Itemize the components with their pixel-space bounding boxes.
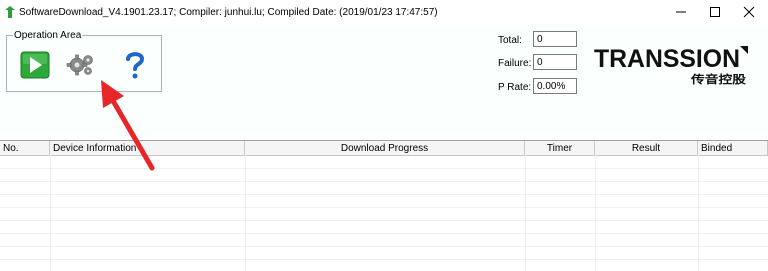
close-icon xyxy=(743,6,755,18)
column-header-timer[interactable]: Timer xyxy=(525,141,595,155)
logo-text: TRANSSION xyxy=(594,46,740,73)
close-button[interactable] xyxy=(732,0,766,24)
table-header: No. Device Information Download Progress… xyxy=(0,141,768,156)
operation-area-group: Operation Area xyxy=(6,30,162,92)
prate-field: 0.00% xyxy=(533,78,577,94)
operation-area-legend: Operation Area xyxy=(13,30,83,41)
device-table[interactable]: No. Device Information Download Progress… xyxy=(0,140,768,271)
top-panel: Operation Area Total: 0 Failure: 0 P Rat… xyxy=(0,24,768,140)
start-button[interactable] xyxy=(19,50,51,80)
help-button[interactable] xyxy=(119,50,151,80)
column-header-no[interactable]: No. xyxy=(0,141,50,155)
total-field: 0 xyxy=(533,31,577,47)
maximize-icon xyxy=(710,7,720,17)
logo-subtext: 传音控股 xyxy=(690,72,747,86)
column-header-device-information[interactable]: Device Information xyxy=(50,141,245,155)
prate-label: P Rate: xyxy=(498,82,532,93)
table-row[interactable] xyxy=(0,169,768,182)
failure-field: 0 xyxy=(533,54,577,70)
question-icon xyxy=(126,52,145,79)
table-row[interactable] xyxy=(0,195,768,208)
window-title: SoftwareDownload_V4.1901.23.17; Compiler… xyxy=(19,7,438,18)
table-row[interactable] xyxy=(0,247,768,260)
settings-button[interactable] xyxy=(65,50,97,80)
minimize-button[interactable] xyxy=(664,0,698,24)
app-icon xyxy=(5,6,15,18)
gear-icon xyxy=(66,54,93,76)
column-header-binded[interactable]: Binded xyxy=(698,141,768,155)
total-label: Total: xyxy=(498,35,522,46)
column-header-download-progress[interactable]: Download Progress xyxy=(245,141,525,155)
table-row[interactable] xyxy=(0,156,768,169)
transsion-logo: TRANSSION 传音控股 xyxy=(594,46,748,86)
table-row[interactable] xyxy=(0,182,768,195)
failure-label: Failure: xyxy=(498,58,532,69)
column-header-result[interactable]: Result xyxy=(595,141,698,155)
title-bar: SoftwareDownload_V4.1901.23.17; Compiler… xyxy=(0,0,768,24)
minimize-icon xyxy=(676,11,686,13)
table-row[interactable] xyxy=(0,208,768,221)
play-icon xyxy=(20,51,50,79)
maximize-button[interactable] xyxy=(698,0,732,24)
table-row[interactable] xyxy=(0,221,768,234)
table-row[interactable] xyxy=(0,234,768,247)
